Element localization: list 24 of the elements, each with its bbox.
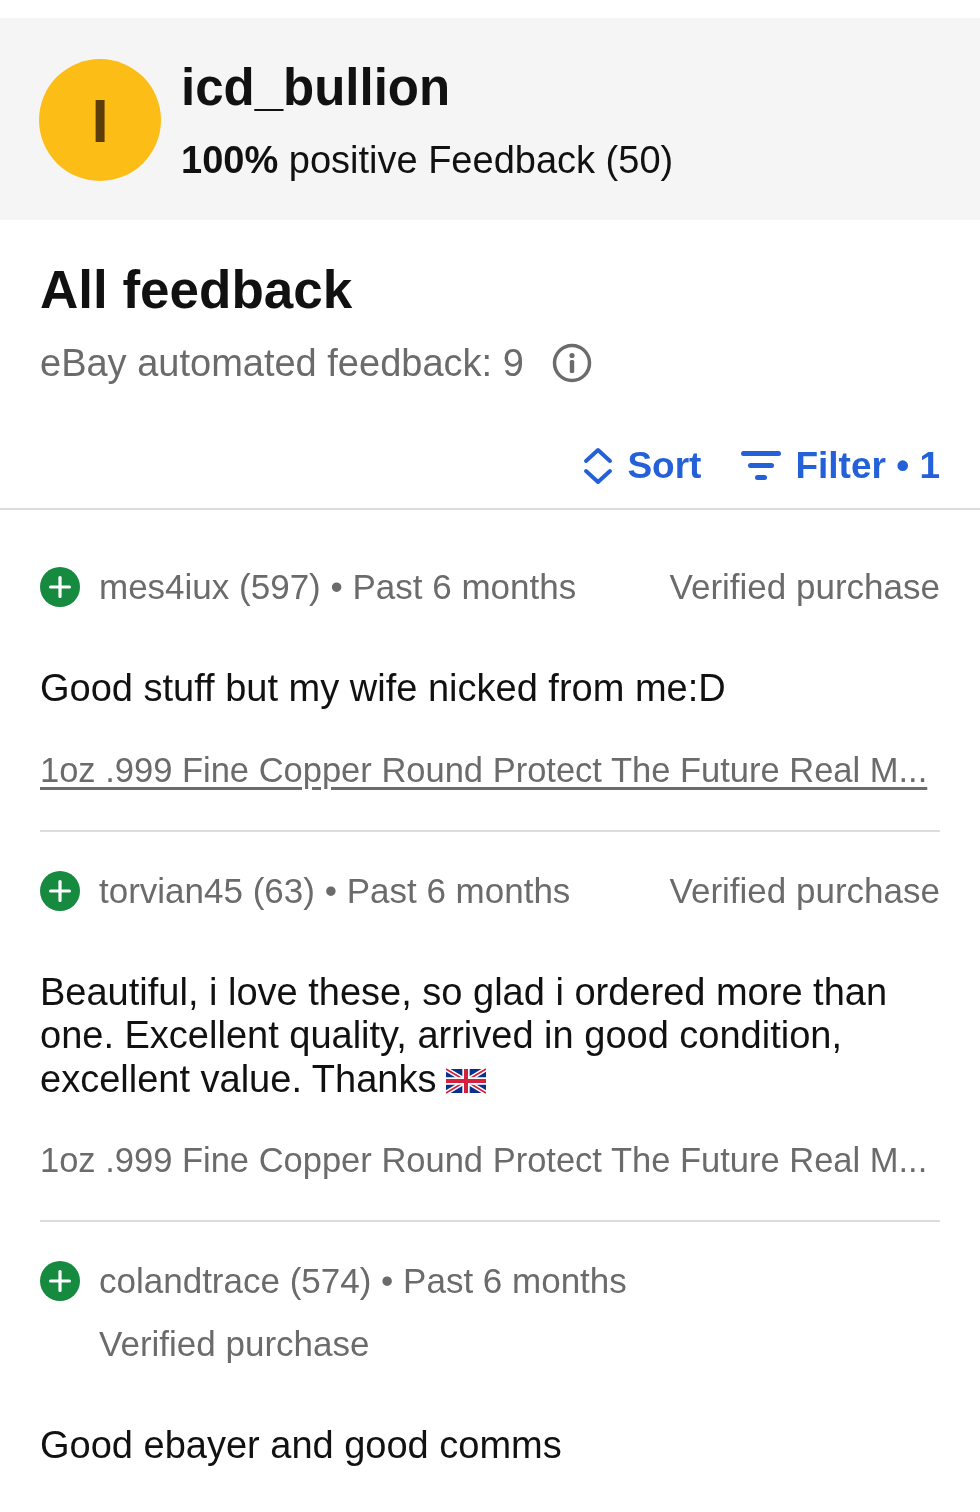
item-link[interactable]: 1oz .999 Fine Copper Round Protect The Future Real M... [40, 1138, 928, 1182]
verified-purchase-label: Verified purchase [99, 1323, 370, 1365]
filter-button[interactable]: Filter • 1 [741, 444, 940, 488]
filter-icon [741, 450, 782, 482]
sort-icon [583, 447, 614, 485]
plus-circle-icon [40, 870, 80, 911]
sort-button[interactable]: Sort [583, 444, 702, 488]
info-icon[interactable] [551, 343, 592, 383]
reviewer-byline: colandtrace (574) • Past 6 months [99, 1260, 627, 1302]
verified-purchase-label: Verified purchase [669, 566, 940, 608]
section-title: All feedback [40, 261, 354, 319]
feedback-comment: Good ebayer and good comms [40, 1424, 562, 1466]
reviewer-byline: mes4iux (597) • Past 6 months [99, 566, 577, 608]
username: icd_bullion [181, 60, 452, 116]
reviewer-byline: torvian45 (63) • Past 6 months [99, 869, 571, 912]
plus-circle-icon [40, 1261, 80, 1301]
feedback-comment: Beautiful, i love these, so glad i ordered more than one. Excellent quality, arrived in good condition, excellent value. Thanks [40, 970, 888, 1100]
automated-feedback-count: eBay automated feedback: 9 [40, 341, 524, 385]
feedback-comment: Good stuff but my wife nicked from me:D [40, 667, 726, 709]
avatar: I [39, 59, 161, 181]
item-link[interactable]: 1oz .999 Fine Copper Round Protect The Future Real M... [40, 747, 928, 792]
plus-circle-icon [40, 567, 80, 607]
feedback-score: 100% positive Feedback (50) [181, 138, 674, 182]
verified-purchase-label: Verified purchase [669, 869, 940, 912]
